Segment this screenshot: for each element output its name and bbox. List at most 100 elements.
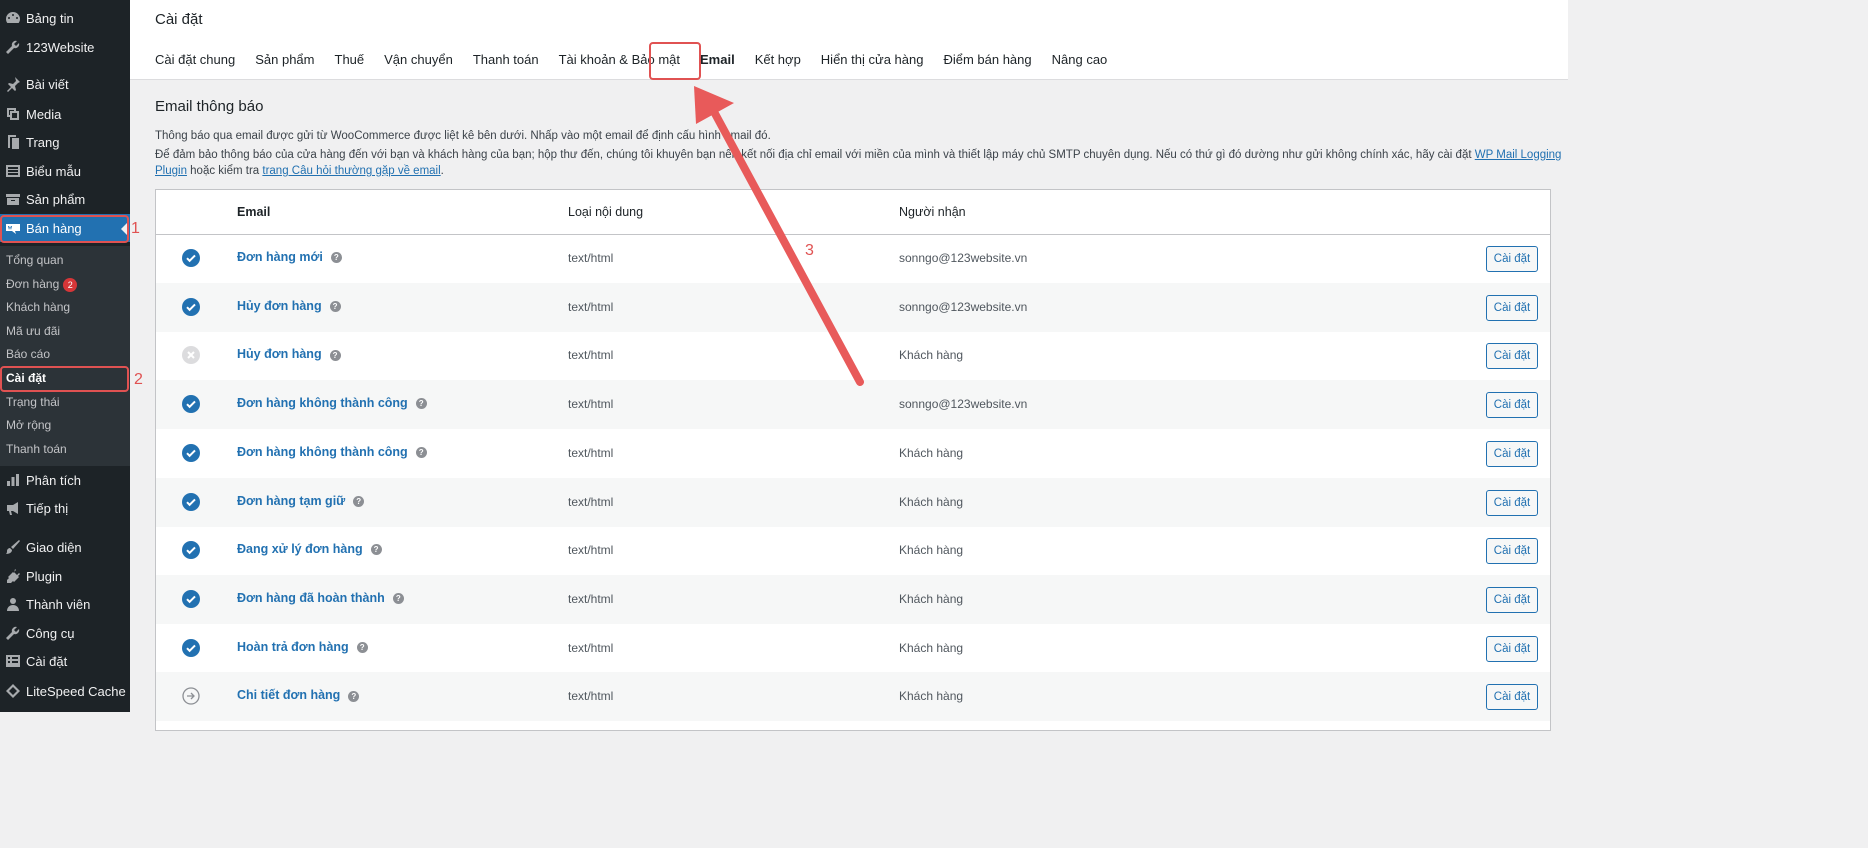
email-name-link[interactable]: Đơn hàng không thành công? [237, 445, 427, 459]
help-icon[interactable]: ? [329, 349, 341, 361]
help-icon[interactable]: ? [356, 641, 368, 653]
table-row: Đang xử lý đơn hàng? text/html Khách hàng C… [156, 526, 1550, 575]
submenu-item-customers[interactable]: Khách hàng [6, 297, 70, 317]
content-type: text/html [568, 251, 614, 265]
check-circle-icon [182, 589, 200, 608]
admin-sidebar: Bảng tin 123Website Bài viết Media Trang… [0, 0, 130, 712]
email-name: Chi tiết đơn hàng [237, 688, 341, 703]
help-icon[interactable]: ? [329, 300, 341, 312]
pin-icon [3, 75, 23, 93]
menu-item-appearance[interactable]: Giao diện [0, 533, 130, 561]
tab-advanced[interactable]: Nâng cao [1052, 52, 1108, 70]
help-icon[interactable]: ? [370, 544, 382, 556]
check-circle-icon [182, 249, 200, 267]
table-row: Chi tiết đơn hàng? text/html Khách hàng Cài… [156, 672, 1550, 722]
menu-label: 123Website [26, 39, 95, 55]
tab-integration[interactable]: Kết hợp [755, 52, 801, 70]
manage-email-button[interactable]: Cài đặt [1486, 538, 1538, 565]
menu-item-123website[interactable]: 123Website [0, 33, 130, 61]
help-icon[interactable]: ? [330, 252, 342, 264]
manage-email-button[interactable]: Cài đặt [1486, 440, 1538, 467]
tab-payments[interactable]: Thanh toán [473, 52, 539, 70]
email-name-link[interactable]: Đơn hàng không thành công? [237, 396, 427, 410]
email-name-link[interactable]: Hủy đơn hàng? [237, 347, 341, 361]
submenu-item-payments[interactable]: Thanh toán [6, 439, 67, 459]
email-name-link[interactable]: Hủy đơn hàng? [237, 299, 341, 313]
submenu-label: Báo cáo [6, 347, 51, 361]
recipient: Khách hàng [899, 689, 964, 704]
megaphone-icon [3, 499, 23, 517]
manage-email-button[interactable]: Cài đặt [1486, 343, 1538, 370]
email-name-link[interactable]: Đang xử lý đơn hàng? [237, 542, 382, 556]
email-name: Đơn hàng tạm giữ [237, 493, 346, 508]
manage-email-button[interactable]: Cài đặt [1486, 635, 1538, 662]
menu-item-tools[interactable]: Công cụ [0, 619, 130, 647]
menu-label: Trang [26, 134, 60, 150]
tab-shipping[interactable]: Vận chuyển [384, 52, 453, 70]
submenu-item-status[interactable]: Trạng thái [6, 392, 60, 412]
menu-label: Thành viên [26, 596, 91, 612]
table-row: Đơn hàng không thành công? text/html sonng… [156, 380, 1550, 430]
content-type: text/html [568, 445, 614, 460]
email-name-link[interactable]: Đơn hàng mới? [237, 250, 342, 264]
tab-point-of-sale[interactable]: Điểm bán hàng [943, 52, 1031, 70]
smtp-advice: Để đảm bảo thông báo của cửa hàng đến vớ… [155, 147, 1565, 179]
menu-item-dashboard[interactable]: Bảng tin [0, 4, 130, 32]
advice-text: Để đảm bảo thông báo của cửa hàng đến vớ… [155, 149, 1475, 161]
menu-item-media[interactable]: Media [0, 100, 130, 128]
menu-item-users[interactable]: Thành viên [0, 590, 130, 618]
email-faq-link[interactable]: trang Câu hỏi thường gặp về email [262, 165, 440, 177]
content-type: text/html [568, 640, 614, 655]
help-icon[interactable]: ? [392, 593, 404, 605]
tab-products[interactable]: Sản phẩm [255, 52, 314, 70]
submenu-item-orders[interactable]: Đơn hàng 2 [6, 274, 78, 294]
chart-icon [3, 471, 23, 489]
menu-item-posts[interactable]: Bài viết [0, 70, 130, 98]
submenu-item-coupons[interactable]: Mã ưu đãi [6, 321, 60, 341]
table-row: Đơn hàng tạm giữ? text/html Khách hàng Cài … [156, 477, 1550, 527]
annotation-box-settings [0, 366, 129, 392]
help-icon[interactable]: ? [415, 398, 427, 410]
orders-count-badge: 2 [63, 277, 78, 292]
advice-text: hoặc kiểm tra [186, 165, 263, 177]
manage-email-button[interactable]: Cài đặt [1486, 489, 1538, 516]
user-icon [3, 595, 23, 613]
tab-general[interactable]: Cài đặt chung [155, 52, 235, 70]
table-row: Đơn hàng mới? text/html sonngo@123website.… [156, 234, 1550, 283]
page-title: Cài đặt [155, 11, 203, 28]
menu-item-products[interactable]: Sản phẩm [0, 185, 130, 213]
recipient: Khách hàng [899, 591, 964, 606]
tab-email[interactable]: Email [700, 52, 735, 70]
help-icon[interactable]: ? [353, 495, 365, 507]
menu-item-marketing[interactable]: Tiếp thị [0, 494, 130, 522]
menu-item-settings[interactable]: Cài đặt [0, 647, 130, 675]
help-icon[interactable]: ? [348, 690, 360, 702]
manage-email-button[interactable]: Cài đặt [1486, 684, 1538, 711]
menu-item-litespeed[interactable]: LiteSpeed Cache [0, 677, 130, 705]
diamond-icon [3, 682, 23, 700]
manage-email-button[interactable]: Cài đặt [1486, 294, 1538, 321]
settings-tabs: Cài đặt chung Sản phẩm Thuế Vận chuyển T… [155, 52, 1127, 70]
menu-item-forms[interactable]: Biểu mẫu [0, 157, 130, 185]
submenu-label: Thanh toán [6, 442, 67, 456]
manage-email-button[interactable]: Cài đặt [1486, 586, 1538, 613]
email-name-link[interactable]: Đơn hàng đã hoàn thành? [237, 591, 404, 605]
submenu-item-extensions[interactable]: Mở rộng [6, 415, 51, 435]
email-name-link[interactable]: Hoàn trả đơn hàng? [237, 640, 368, 654]
manage-email-button[interactable]: Cài đặt [1486, 392, 1538, 419]
check-circle-icon [182, 443, 200, 462]
tab-site-visibility[interactable]: Hiển thị cửa hàng [821, 52, 924, 70]
section-description: Thông báo qua email được gửi từ WooComme… [155, 130, 771, 142]
submenu-label: Tổng quan [6, 253, 64, 267]
help-icon[interactable]: ? [415, 447, 427, 458]
menu-item-plugins[interactable]: Plugin [0, 562, 130, 590]
menu-item-pages[interactable]: Trang [0, 128, 130, 156]
submenu-item-reports[interactable]: Báo cáo [6, 344, 50, 364]
menu-item-analytics[interactable]: Phân tích [0, 466, 130, 494]
email-name-link[interactable]: Đơn hàng tạm giữ? [237, 493, 365, 508]
check-circle-icon [182, 638, 200, 657]
tab-tax[interactable]: Thuế [335, 52, 365, 70]
manage-email-button[interactable]: Cài đặt [1486, 246, 1538, 272]
email-name-link[interactable]: Chi tiết đơn hàng? [237, 688, 360, 703]
submenu-item-overview[interactable]: Tổng quan [6, 250, 63, 270]
